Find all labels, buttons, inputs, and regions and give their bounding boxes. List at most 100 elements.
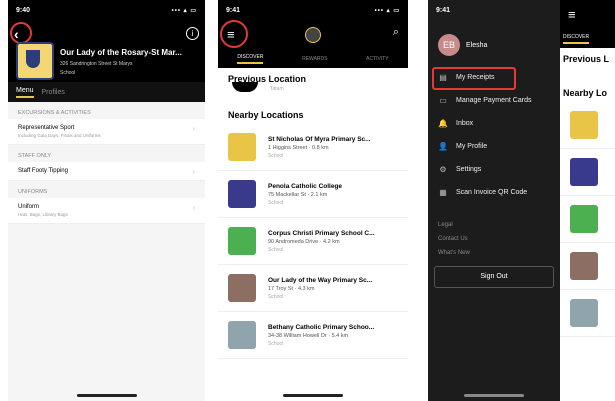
section-header: EXCURSIONS & ACTIVITIES bbox=[18, 110, 91, 116]
nearby-locations-heading: Nearby Locations bbox=[228, 110, 304, 120]
location-row[interactable] bbox=[560, 290, 615, 337]
location-name: Corpus Christi Primary School C... bbox=[268, 229, 375, 237]
school-logo-icon bbox=[570, 111, 598, 139]
location-address: 90 Andromeda Drive · 4.2 km bbox=[268, 238, 340, 245]
location-name: Our Lady of the Way Primary Sc... bbox=[268, 276, 373, 284]
link-legal[interactable]: Legal bbox=[438, 222, 550, 228]
school-logo-icon bbox=[570, 205, 598, 233]
phone-discover: 9:41 ••• ▴ ▭ ≡ ⌕ DISCOVER REWARDS ACTIVI… bbox=[218, 0, 408, 401]
sign-out-button[interactable]: Sign Out bbox=[434, 266, 554, 288]
location-type: School bbox=[268, 199, 284, 206]
location-row[interactable]: Our Lady of the Way Primary Sc... 17 Troy… bbox=[218, 265, 408, 312]
location-address: 75 Mackellar St · 2.1 km bbox=[268, 191, 328, 198]
location-list bbox=[560, 102, 615, 337]
location-type: School bbox=[268, 246, 284, 253]
hamburger-menu-icon[interactable]: ≡ bbox=[568, 7, 576, 22]
home-indicator bbox=[464, 394, 524, 397]
school-address: 326 Sandrington Street St Marys bbox=[60, 61, 133, 67]
school-logo-icon bbox=[228, 321, 256, 349]
link-whats-new[interactable]: What's New bbox=[438, 250, 550, 256]
tab-discover[interactable]: DISCOVER bbox=[237, 54, 264, 64]
gear-icon: ⚙ bbox=[439, 165, 447, 174]
location-row[interactable] bbox=[560, 102, 615, 149]
person-icon: 👤 bbox=[438, 142, 448, 151]
link-contact-us[interactable]: Contact Us bbox=[438, 236, 550, 242]
menu-item-label: Manage Payment Cards bbox=[456, 97, 532, 104]
phone-partial: ≡ DISCOVER Previous L Nearby Lo bbox=[560, 0, 615, 401]
school-logo-icon bbox=[570, 299, 598, 327]
location-name: Penola Catholic College bbox=[268, 182, 343, 190]
nearby-locations-heading: Nearby Lo bbox=[563, 88, 608, 98]
top-nav: ≡ DISCOVER bbox=[560, 0, 615, 48]
tab-menu[interactable]: Menu bbox=[16, 87, 34, 98]
school-logo-icon bbox=[570, 158, 598, 186]
bell-icon: 🔔 bbox=[438, 119, 448, 128]
school-logo-icon bbox=[232, 82, 258, 92]
footer-links: Legal Contact Us What's New bbox=[428, 204, 560, 256]
school-logo-icon bbox=[228, 133, 256, 161]
section-header: UNIFORMS bbox=[18, 189, 48, 195]
location-row[interactable]: Bethany Catholic Primary Schoo... 34-38 W… bbox=[218, 312, 408, 359]
chevron-right-icon: › bbox=[192, 169, 195, 176]
location-row[interactable]: Penola Catholic College 75 Mackellar St ·… bbox=[218, 171, 408, 218]
row-title: Uniform bbox=[18, 204, 40, 210]
location-type: School bbox=[268, 152, 284, 159]
menu-row-representative-sport[interactable]: Representative Sport Including Gala Days… bbox=[8, 119, 205, 145]
menu-item-label: Inbox bbox=[456, 120, 474, 127]
menu-item-settings[interactable]: ⚙ Settings bbox=[428, 158, 560, 181]
menu-item-inbox[interactable]: 🔔 Inbox bbox=[428, 112, 560, 135]
app-logo-icon bbox=[305, 27, 321, 43]
location-name: Bethany Catholic Primary Schoo... bbox=[268, 323, 375, 331]
location-name: St Nicholas Of Myra Primary Sc... bbox=[268, 135, 371, 143]
status-bar: 9:41 ••• ▴ ▭ bbox=[218, 0, 408, 20]
tab-rewards[interactable]: REWARDS bbox=[302, 56, 327, 62]
card-icon: ▭ bbox=[439, 96, 447, 105]
row-title: Representative Sport bbox=[18, 125, 75, 131]
highlight-circle bbox=[10, 22, 32, 44]
section-header: STAFF ONLY bbox=[18, 153, 52, 159]
menu-row-uniform[interactable]: Uniform Hats, Bags, Library Bags › bbox=[8, 198, 205, 224]
location-address: 1 Higgins Street · 0.8 km bbox=[268, 144, 329, 151]
previous-location-sub: Tatam bbox=[270, 86, 284, 92]
home-indicator bbox=[76, 394, 137, 397]
phone-school-menu: 9:40 ••• ▴ ▭ ‹ i Our Lady of the Rosary-… bbox=[8, 0, 205, 401]
location-row[interactable]: St Nicholas Of Myra Primary Sc... 1 Higgi… bbox=[218, 124, 408, 171]
row-subtitle: Hats, Bags, Library Bags bbox=[18, 212, 68, 217]
info-icon[interactable]: i bbox=[186, 27, 199, 40]
status-time: 9:41 bbox=[226, 6, 241, 14]
school-logo-icon bbox=[228, 227, 256, 255]
chevron-right-icon: › bbox=[192, 205, 195, 212]
tab-profiles[interactable]: Profiles bbox=[42, 89, 65, 96]
location-row[interactable] bbox=[560, 243, 615, 290]
location-type: School bbox=[268, 293, 284, 300]
avatar: EB bbox=[438, 34, 460, 56]
qr-code-icon: ▦ bbox=[439, 188, 447, 197]
highlight-circle bbox=[220, 20, 248, 48]
location-type: School bbox=[268, 340, 284, 347]
location-row[interactable]: Corpus Christi Primary School C... 90 And… bbox=[218, 218, 408, 265]
tab-activity[interactable]: ACTIVITY bbox=[366, 56, 389, 62]
row-title: Staff Footy Tipping bbox=[18, 168, 68, 174]
menu-item-manage-payment-cards[interactable]: ▭ Manage Payment Cards bbox=[428, 89, 560, 112]
status-icons: ••• ▴ ▭ bbox=[171, 7, 197, 14]
school-type: School bbox=[60, 70, 76, 76]
menu-item-scan-invoice[interactable]: ▦ Scan Invoice QR Code bbox=[428, 181, 560, 204]
row-subtitle: Including Gala Days, Finals and Uniforms bbox=[18, 133, 101, 138]
menu-item-my-profile[interactable]: 👤 My Profile bbox=[428, 135, 560, 158]
status-bar: 9:40 ••• ▴ ▭ bbox=[8, 0, 205, 20]
menu-item-label: Scan Invoice QR Code bbox=[456, 189, 528, 196]
previous-location-row[interactable]: Tatam bbox=[218, 82, 408, 106]
side-menu-list: ▤ My Receipts ▭ Manage Payment Cards 🔔 Inbo… bbox=[428, 66, 560, 204]
location-row[interactable] bbox=[560, 196, 615, 243]
location-list: St Nicholas Of Myra Primary Sc... 1 Higgi… bbox=[218, 124, 408, 359]
location-row[interactable] bbox=[560, 149, 615, 196]
tab-discover[interactable]: DISCOVER bbox=[563, 34, 590, 44]
profile-header: EB Elesha bbox=[428, 20, 560, 66]
menu-row-staff-footy-tipping[interactable]: Staff Footy Tipping › bbox=[8, 162, 205, 181]
chevron-right-icon: › bbox=[192, 126, 195, 133]
search-icon[interactable]: ⌕ bbox=[393, 26, 399, 39]
tab-bar: Menu Profiles bbox=[8, 82, 205, 102]
school-logo-icon bbox=[228, 274, 256, 302]
school-title: Our Lady of the Rosary-St Mar... bbox=[60, 48, 182, 57]
school-crest-icon bbox=[16, 42, 54, 80]
